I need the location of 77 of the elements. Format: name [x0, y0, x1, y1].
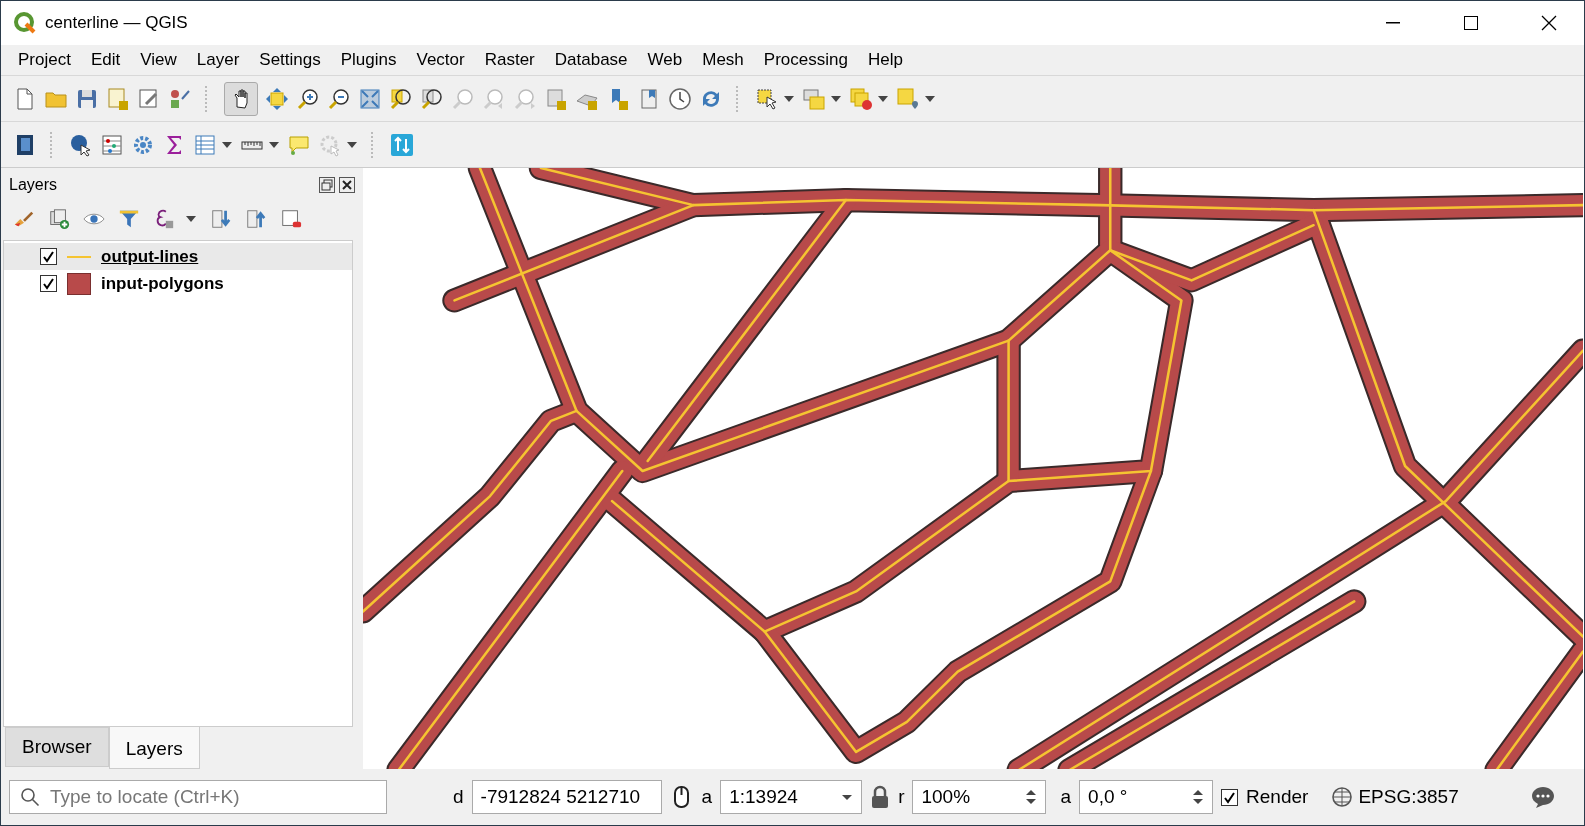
messages-icon[interactable] [1530, 785, 1556, 809]
scale-label: a [701, 786, 713, 808]
add-group-icon[interactable] [48, 208, 70, 230]
globe-icon [1330, 786, 1355, 808]
menu-item[interactable]: View [131, 47, 186, 73]
minimize-icon[interactable] [1386, 22, 1400, 24]
caret-icon[interactable] [221, 140, 233, 149]
spin-down-icon[interactable] [1025, 799, 1038, 805]
caret-icon[interactable] [268, 140, 280, 149]
menu-item[interactable]: Web [638, 47, 692, 73]
dock-tab[interactable]: Layers [108, 727, 200, 769]
close-panel-icon[interactable] [339, 177, 355, 193]
checkbox[interactable] [40, 248, 57, 265]
close-icon[interactable] [1541, 15, 1557, 31]
caret-icon[interactable] [346, 140, 358, 149]
magnifier-spinbox[interactable]: 100% [912, 780, 1047, 814]
identify-icon[interactable] [69, 132, 93, 157]
menu-item[interactable]: Raster [475, 47, 544, 73]
zoom-full-icon[interactable] [358, 86, 382, 111]
lock-icon[interactable] [870, 785, 891, 809]
zoom-out-icon[interactable] [327, 86, 351, 111]
menu-item[interactable]: Layer [187, 47, 249, 73]
maximize-icon[interactable] [1464, 16, 1478, 30]
checkbox[interactable] [40, 275, 57, 292]
collapse-all-icon[interactable] [245, 208, 267, 230]
zoom-to-selection-icon[interactable] [389, 86, 413, 111]
search-icon [20, 787, 40, 807]
dropdown-caret-icon[interactable] [841, 793, 854, 801]
coordinate-label: d [453, 786, 464, 808]
caret-icon[interactable] [783, 94, 795, 103]
caret-icon[interactable] [924, 94, 936, 103]
deselect-features-icon[interactable] [849, 86, 873, 111]
float-panel-icon[interactable] [319, 177, 335, 193]
coordinate-field[interactable]: -7912824 5212710 [471, 780, 662, 814]
layer-row[interactable]: input-polygons [4, 270, 352, 297]
zoom-in-icon[interactable] [296, 86, 320, 111]
locator-search-field[interactable]: Type to locate (Ctrl+K) [9, 780, 387, 814]
menu-item[interactable]: Processing [754, 47, 857, 73]
menu-item[interactable]: Settings [250, 47, 330, 73]
menu-item[interactable]: Plugins [331, 47, 406, 73]
remove-layer-icon[interactable] [280, 208, 302, 230]
menu-item[interactable]: Project [9, 47, 80, 73]
caret-icon[interactable] [185, 215, 197, 223]
menu-item[interactable]: Help [858, 47, 912, 73]
sort-arrows-icon[interactable] [390, 132, 414, 157]
spin-up-icon[interactable] [1025, 789, 1038, 795]
render-label: Render [1246, 786, 1309, 808]
menu-item[interactable]: Database [545, 47, 637, 73]
filter-icon[interactable] [118, 208, 140, 230]
checkbox[interactable] [1221, 788, 1239, 806]
window-title: centerline — QGIS [45, 13, 189, 33]
dock-tab[interactable]: Browser [5, 727, 109, 767]
menu-item[interactable]: Mesh [693, 47, 753, 73]
layer-name: output-lines [101, 246, 199, 267]
magnifier-label: r [898, 786, 905, 808]
rotation-label: a [1060, 786, 1072, 808]
select-features-icon[interactable] [755, 86, 779, 111]
layer-row[interactable]: output-lines [4, 243, 352, 270]
select-by-location-icon[interactable] [896, 86, 920, 111]
menu-item[interactable]: Vector [407, 47, 474, 73]
app-logo-icon [13, 11, 37, 35]
menu-item[interactable]: Edit [81, 47, 130, 73]
crs-button[interactable]: EPSG:3857 [1330, 786, 1459, 808]
caret-icon[interactable] [877, 94, 889, 103]
clock-icon[interactable] [668, 86, 692, 111]
pan-to-selection-icon[interactable] [265, 86, 289, 111]
spin-down-icon[interactable] [1192, 799, 1205, 805]
rotation-spinbox[interactable]: 0,0 ° [1079, 780, 1214, 814]
attribute-table-icon[interactable] [100, 132, 124, 157]
spin-up-icon[interactable] [1192, 789, 1205, 795]
map-drawing[interactable] [363, 168, 1583, 769]
expand-all-icon[interactable] [210, 208, 232, 230]
scale-combo[interactable]: 1:13924 [720, 780, 863, 814]
caret-icon[interactable] [830, 94, 842, 103]
panel-title: Layers [9, 176, 59, 194]
layer-name: input-polygons [101, 273, 224, 294]
zoom-to-layer-icon[interactable] [420, 86, 444, 111]
